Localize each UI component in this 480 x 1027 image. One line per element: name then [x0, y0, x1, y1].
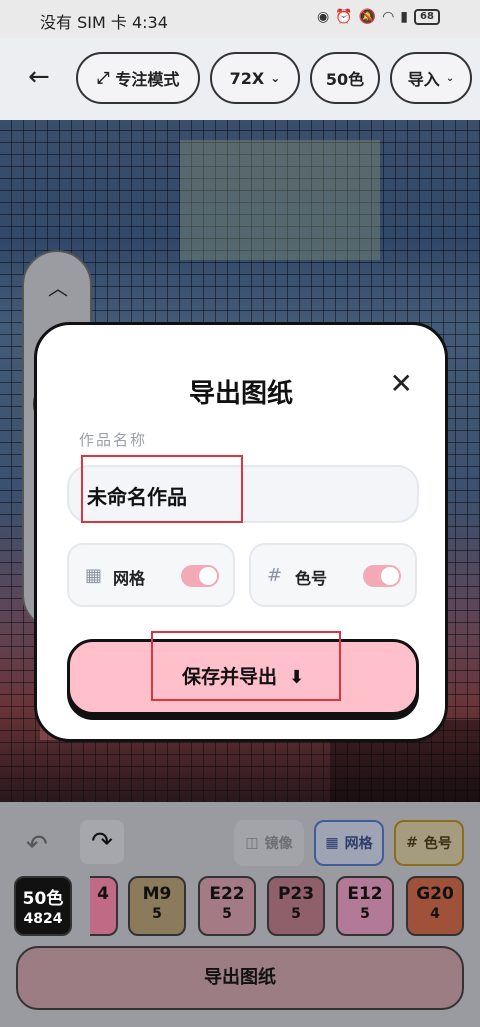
export-pattern-button[interactable]: 导出图纸 [16, 946, 464, 1010]
top-toolbar: ← ⤢ 专注模式 72X ⌄ 50色 导入 ⌄ [0, 38, 480, 120]
chevron-down-icon: ⌄ [445, 72, 455, 84]
chevron-down-icon: ⌄ [270, 71, 281, 85]
grid-switch[interactable] [181, 565, 219, 587]
swatch-count: 5 [222, 906, 232, 922]
zoom-dropdown[interactable]: 72X ⌄ [210, 52, 300, 104]
import-dropdown[interactable]: 导入 ⌄ [390, 52, 472, 104]
grid-toggle-button[interactable]: ▦ 网格 [314, 820, 384, 866]
bottom-panel: ↶ ↷ ◫ 镜像 ▦ 网格 # 色号 50色 4824 4 M9 5 E22 5… [0, 802, 480, 1027]
swatch-item[interactable]: 4 [90, 876, 118, 936]
mirror-label: 镜像 [264, 836, 293, 852]
swatch-item[interactable]: P23 5 [267, 876, 325, 936]
swatch-row: 50色 4824 4 M9 5 E22 5 P23 5 E12 5 G20 4 [14, 876, 480, 940]
swatch-count: 5 [360, 906, 370, 922]
swatch-count: 4 [430, 906, 440, 922]
back-arrow-icon[interactable]: ← [28, 62, 50, 92]
palette-label: 50色 [325, 70, 365, 89]
mirror-button[interactable]: ◫ 镜像 [234, 820, 304, 866]
swatch-item[interactable]: M9 5 [128, 876, 186, 936]
grid-toggle-label: 网格 [113, 569, 146, 588]
redo-icon[interactable]: ↷ [80, 820, 124, 864]
chevron-up-icon[interactable]: ︿ [48, 272, 68, 301]
swatch-code: P23 [277, 884, 315, 904]
palette-button[interactable]: 50色 [310, 52, 380, 104]
status-bar: 没有 SIM 卡 4:34 ◉ ⏰ 🔕 ◠ ▮ 68 [0, 0, 480, 38]
grid-icon: ▦ [85, 565, 103, 586]
color-code-label: 色号 [423, 836, 452, 852]
swatch-count: 5 [152, 906, 162, 922]
mirror-icon: ◫ [245, 835, 259, 851]
wifi-icon: ◠ [382, 9, 395, 25]
dialog-title: 导出图纸 [188, 379, 293, 409]
battery-icon: 68 [414, 9, 440, 25]
close-icon[interactable]: ✕ [390, 369, 413, 399]
hash-icon: # [267, 565, 283, 586]
eye-icon: ◉ [316, 9, 330, 25]
grid-icon: ▦ [325, 835, 339, 851]
swatch-item[interactable]: E12 5 [336, 876, 394, 936]
focus-mode-label: 专注模式 [115, 70, 180, 89]
grid-label: 网格 [344, 836, 373, 852]
zoom-label: 72X [229, 68, 265, 88]
swatch-count: 4824 [23, 911, 63, 927]
status-carrier-time: 没有 SIM 卡 4:34 [40, 13, 168, 32]
swatch-count: 5 [291, 906, 301, 922]
alarm-icon: ⏰ [335, 9, 353, 25]
color-code-toggle-card[interactable]: # 色号 [249, 543, 417, 607]
focus-mode-button[interactable]: ⤢ 专注模式 [76, 52, 200, 104]
mute-icon: 🔕 [358, 9, 377, 25]
swatch-item[interactable]: E22 5 [198, 876, 256, 936]
swatch-code: 4 [97, 884, 109, 904]
status-icons: ◉ ⏰ 🔕 ◠ ▮ 68 [317, 9, 440, 25]
swatch-code: M9 [142, 884, 172, 904]
expand-icon: ⤢ [96, 68, 110, 87]
color-code-switch[interactable] [363, 565, 401, 587]
highlight-box [81, 455, 243, 523]
highlight-box [151, 631, 341, 701]
swatch-code: E22 [209, 884, 245, 904]
swatch-item[interactable]: 50色 4824 [14, 876, 72, 936]
export-dialog: 导出图纸 ✕ 作品名称 未命名作品 ▦ 网格 # 色号 保存并导出 ⬇ [34, 322, 448, 742]
hash-icon: # [406, 835, 418, 851]
swatch-item[interactable]: G20 4 [406, 876, 464, 936]
grid-toggle-card[interactable]: ▦ 网格 [67, 543, 235, 607]
color-code-toggle-button[interactable]: # 色号 [394, 820, 464, 866]
import-label: 导入 [407, 70, 440, 89]
alert-icon: ▮ [400, 9, 408, 25]
name-field-label: 作品名称 [79, 431, 148, 449]
swatch-code: 50色 [22, 889, 64, 909]
swatch-code: G20 [416, 884, 454, 904]
undo-icon[interactable]: ↶ [26, 830, 48, 860]
swatch-code: E12 [347, 884, 383, 904]
color-code-toggle-label: 色号 [295, 569, 328, 588]
